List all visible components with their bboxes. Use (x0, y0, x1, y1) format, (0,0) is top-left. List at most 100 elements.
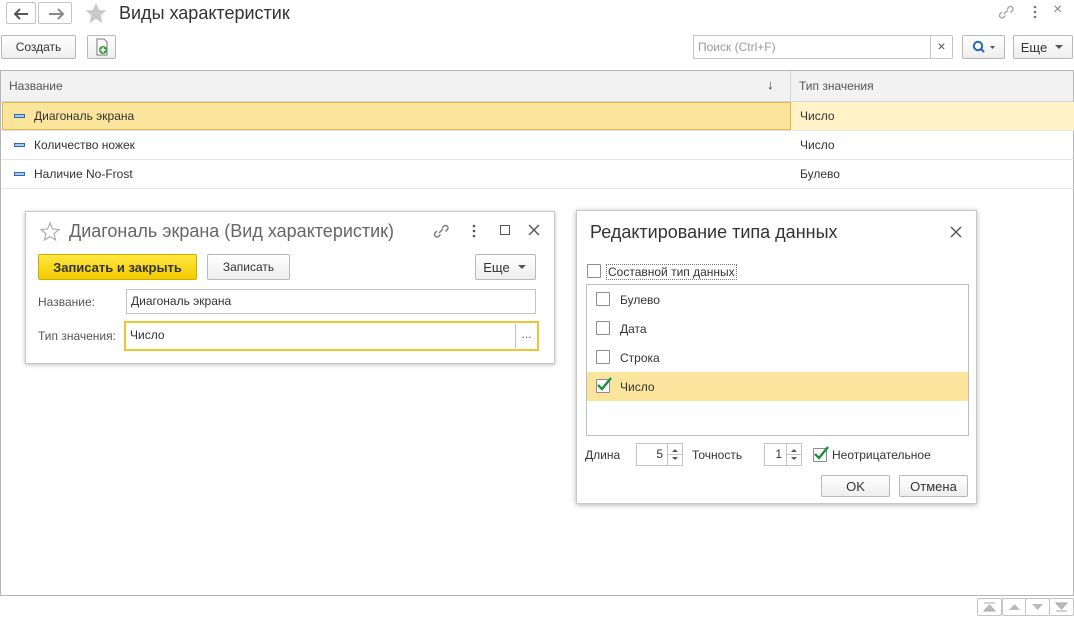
copy-button[interactable] (87, 35, 116, 59)
column-header-name[interactable]: Название ↓ (1, 71, 791, 101)
dialog-title: Редактирование типа данных (590, 222, 838, 242)
type-checkbox[interactable] (596, 321, 610, 335)
item-marker-icon (14, 143, 25, 147)
types-list: Булево Дата Строка Число (586, 284, 969, 436)
composite-type-label[interactable]: Составной тип данных (606, 264, 737, 280)
star-icon[interactable] (40, 222, 60, 241)
precision-value: 1 (775, 447, 782, 461)
search-icon (972, 40, 995, 53)
scroll-bottom-button[interactable] (1049, 598, 1074, 616)
composite-type-checkbox[interactable] (587, 264, 601, 278)
list-item[interactable]: Булево (587, 285, 968, 314)
star-icon[interactable] (84, 2, 108, 24)
forward-button[interactable] (38, 2, 72, 24)
chevron-down-icon (1055, 45, 1064, 49)
table-row[interactable]: Наличие No-Frost Булево (2, 160, 1074, 189)
save-and-close-button[interactable]: Записать и закрыть (38, 254, 197, 280)
nonnegative-checkbox[interactable] (813, 446, 829, 462)
more-vertical-icon[interactable] (470, 223, 478, 239)
more-button[interactable]: Еще (1013, 35, 1073, 59)
item-marker-icon (14, 172, 25, 176)
scroll-top-button[interactable] (977, 598, 1002, 616)
precision-spin-buttons[interactable] (786, 444, 801, 465)
spin-arrows-icon (668, 449, 682, 460)
length-stepper[interactable]: 5 (636, 443, 683, 466)
type-edit-dialog: Редактирование типа данных Составной тип… (576, 210, 977, 504)
search-clear-button[interactable]: × (930, 35, 953, 59)
page-up-icon (1009, 604, 1020, 610)
type-label: Булево (620, 293, 660, 307)
nonnegative-label[interactable]: Неотрицательное (832, 448, 931, 462)
type-checkbox-checked[interactable] (596, 377, 612, 393)
page-title: Виды характеристик (119, 3, 290, 23)
scroll-down-button[interactable] (1025, 598, 1050, 616)
add-copy-icon (96, 38, 107, 56)
type-choose-button[interactable]: ... (515, 324, 537, 348)
chevron-down-icon (517, 265, 526, 269)
close-icon[interactable] (950, 226, 962, 238)
row-type: Булево (800, 167, 840, 181)
row-name: Наличие No-Frost (34, 167, 133, 181)
back-button[interactable] (6, 2, 36, 24)
form-title: Диагональ экрана (Вид характеристик) (69, 221, 395, 241)
checkmark-icon (814, 446, 829, 460)
more-vertical-icon[interactable] (1031, 4, 1039, 20)
column-name-label: Название (9, 79, 63, 93)
name-label: Название: (38, 295, 95, 309)
arrow-left-icon (13, 8, 28, 20)
last-page-icon (1054, 602, 1069, 612)
form-more-button[interactable]: Еще (475, 254, 536, 280)
row-type: Число (800, 109, 835, 123)
maximize-icon[interactable] (500, 225, 510, 235)
name-field[interactable]: Диагональ экрана (126, 289, 536, 314)
arrow-right-icon (49, 8, 65, 20)
page-down-icon (1032, 604, 1043, 610)
item-form-window: Диагональ экрана (Вид характеристик) Зап… (25, 211, 555, 364)
cancel-button[interactable]: Отмена (899, 475, 968, 497)
save-button[interactable]: Записать (207, 254, 290, 280)
table-row[interactable]: Диагональ экрана Число (2, 102, 1074, 131)
list-item[interactable]: Строка (587, 343, 968, 372)
close-icon[interactable]: × (1053, 1, 1062, 19)
more-label: Еще (483, 259, 510, 275)
type-field[interactable]: Число ... (124, 321, 539, 351)
type-label: Тип значения: (38, 329, 116, 343)
item-marker-icon (14, 114, 25, 118)
checkmark-icon (597, 377, 612, 391)
row-name: Диагональ экрана (34, 109, 135, 123)
length-value: 5 (656, 447, 663, 461)
type-label: Дата (620, 322, 647, 336)
more-label: Еще (1020, 39, 1048, 55)
type-label: Строка (620, 351, 660, 365)
clear-icon: × (937, 38, 946, 54)
link-icon[interactable] (997, 4, 1015, 20)
length-label: Длина (585, 448, 621, 462)
name-value: Диагональ экрана (131, 294, 232, 308)
first-page-icon (982, 602, 997, 612)
precision-stepper[interactable]: 1 (764, 443, 802, 466)
table-row[interactable]: Количество ножек Число (2, 131, 1074, 160)
type-value: Число (130, 328, 165, 342)
list-item[interactable]: Дата (587, 314, 968, 343)
search-button[interactable] (962, 35, 1005, 59)
spin-arrows-icon (787, 449, 801, 460)
row-name: Количество ножек (34, 138, 135, 152)
list-item-selected[interactable]: Число (587, 372, 968, 401)
table-header: Название ↓ Тип значения (1, 71, 1073, 102)
row-type: Число (800, 138, 835, 152)
create-button[interactable]: Создать (1, 35, 76, 59)
scroll-up-button[interactable] (1002, 598, 1027, 616)
type-checkbox[interactable] (596, 350, 610, 364)
type-checkbox[interactable] (596, 292, 610, 306)
link-icon[interactable] (432, 223, 450, 239)
close-icon[interactable] (528, 224, 540, 236)
length-spin-buttons[interactable] (667, 444, 682, 465)
search-input-box[interactable]: Поиск (Ctrl+F) (693, 35, 931, 59)
ok-button[interactable]: OK (821, 475, 890, 497)
precision-label: Точность (692, 448, 743, 462)
type-label: Число (620, 380, 655, 394)
column-type-label[interactable]: Тип значения (799, 79, 874, 93)
search-input[interactable]: Поиск (Ctrl+F) (698, 40, 776, 54)
sort-arrow-icon: ↓ (767, 77, 774, 92)
ellipsis-icon: ... (521, 327, 532, 341)
